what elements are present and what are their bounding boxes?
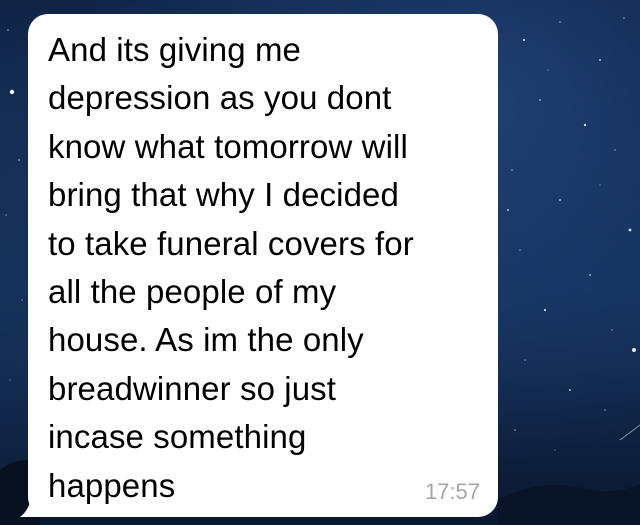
incoming-message-bubble[interactable]: And its giving me depression as you dont… (28, 14, 498, 517)
message-text: And its giving me depression as you dont… (48, 31, 414, 504)
message-timestamp: 17:57 (424, 479, 480, 504)
